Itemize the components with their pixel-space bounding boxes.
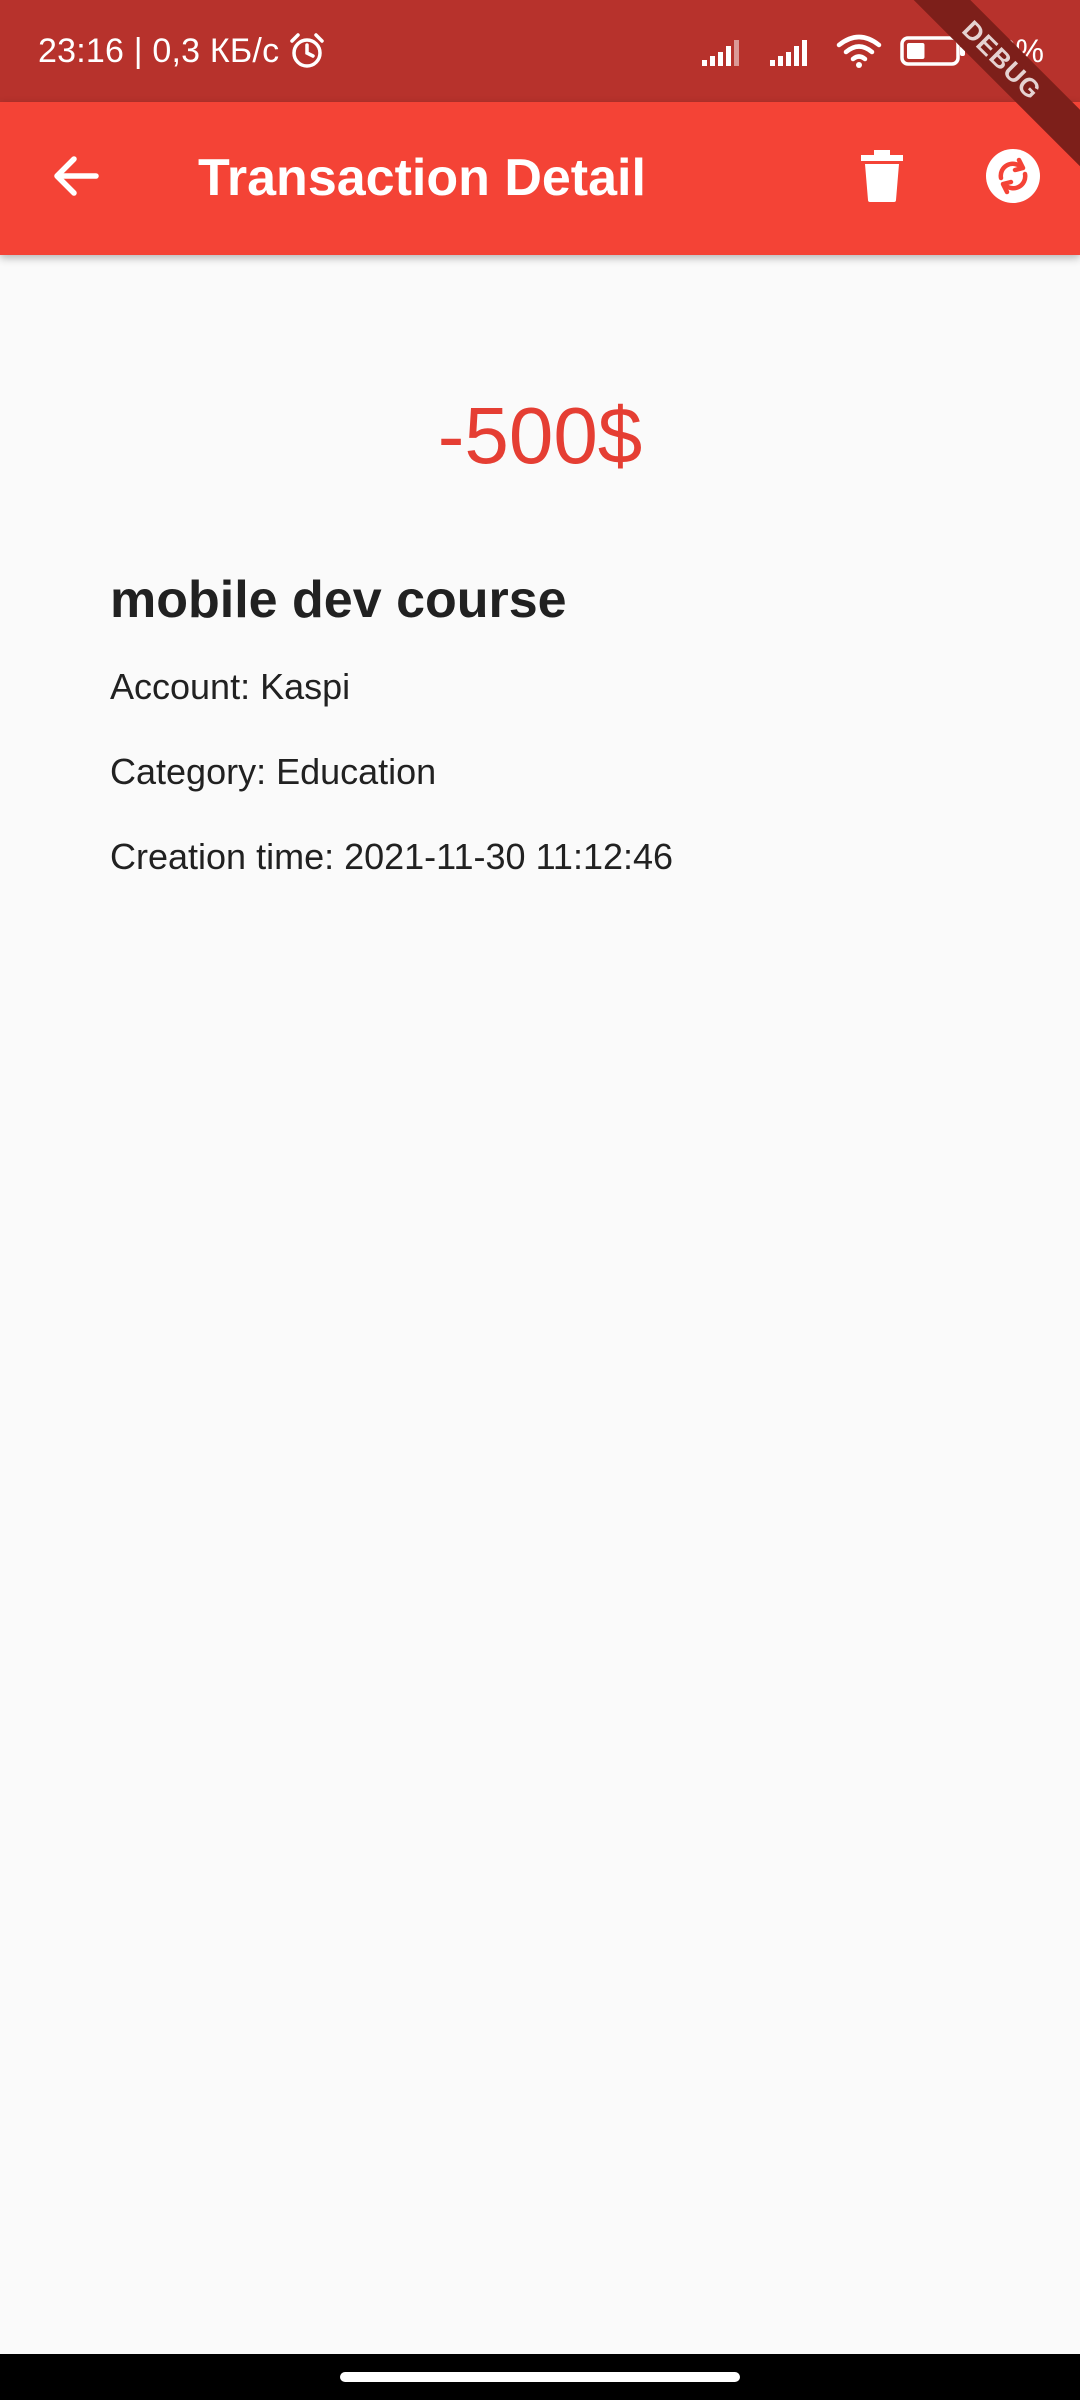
app-bar: Transaction Detail — [0, 102, 1080, 255]
status-time-speed: 23:16 | 0,3 КБ/с — [38, 31, 280, 70]
transaction-details: mobile dev course Account: Kaspi Categor… — [110, 570, 673, 919]
alarm-icon — [287, 31, 327, 71]
category-line: Category: Education — [110, 751, 437, 792]
screen: 23:16 | 0,3 КБ/с DEBUG Transaction Detai… — [0, 0, 1080, 2400]
nav-bar — [0, 2354, 1080, 2400]
back-button[interactable] — [36, 138, 116, 218]
creation-time-line: Creation time: 2021-11-30 11:12:46 — [110, 836, 674, 877]
signal-icon — [768, 34, 818, 68]
home-indicator[interactable] — [340, 2372, 740, 2382]
trash-icon — [861, 149, 903, 207]
status-bar: 23:16 | 0,3 КБ/с — [0, 0, 1080, 102]
account-line: Account: Kaspi — [110, 666, 351, 707]
wifi-icon — [836, 33, 882, 69]
sync-icon — [985, 148, 1041, 209]
page-title: Transaction Detail — [198, 149, 646, 207]
signal-icon — [700, 34, 750, 68]
status-left: 23:16 | 0,3 КБ/с — [38, 0, 327, 102]
arrow-back-icon — [50, 150, 102, 207]
transaction-title: mobile dev course — [110, 571, 567, 629]
delete-button[interactable] — [842, 138, 922, 218]
sync-button[interactable] — [973, 138, 1053, 218]
transaction-amount: -500$ — [437, 391, 643, 480]
